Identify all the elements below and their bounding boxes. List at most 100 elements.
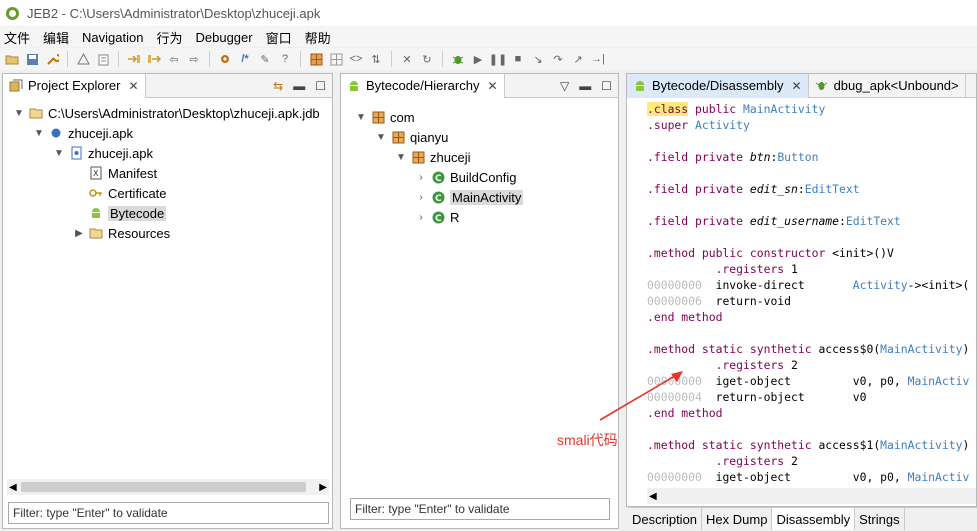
code-line: .field private btn:Button: [647, 150, 819, 164]
project-explorer-icon: [9, 79, 23, 93]
tree-item[interactable]: ▼ zhuceji.apk: [53, 144, 153, 162]
tree-item-label: Manifest: [108, 165, 158, 181]
menu-help[interactable]: 帮助: [305, 28, 331, 47]
tab-disassembly[interactable]: Disassembly: [772, 508, 856, 530]
delete-x-icon[interactable]: ✕: [399, 51, 415, 67]
horizontal-scrollbar[interactable]: ◀: [647, 488, 976, 504]
grid-icon[interactable]: [328, 51, 344, 67]
tab-hex-dump[interactable]: Hex Dump: [702, 508, 773, 530]
expand-chevron-icon[interactable]: ▼: [33, 128, 45, 139]
svg-text:C: C: [435, 174, 442, 184]
close-icon[interactable]: ✕: [487, 79, 497, 93]
wrench-icon[interactable]: [44, 51, 60, 67]
open-icon[interactable]: [4, 51, 20, 67]
tree-item[interactable]: ▶ Resources: [73, 224, 170, 242]
scrollbar-thumb[interactable]: [21, 482, 306, 492]
tab-dbug-apk[interactable]: dbug_apk<Unbound>: [809, 73, 966, 98]
view-menu-icon[interactable]: ▽: [560, 79, 569, 93]
run-to-line-icon[interactable]: →|: [590, 51, 606, 67]
horizontal-scrollbar[interactable]: ◀ ▶: [7, 479, 329, 495]
annotation-arrow: [599, 371, 683, 421]
rename-pen-icon[interactable]: ✎: [257, 51, 273, 67]
maximize-icon[interactable]: ☐: [315, 79, 326, 93]
tree-item[interactable]: › C R: [415, 208, 459, 226]
toolbar-separator: [209, 51, 210, 67]
jump-in-icon[interactable]: [126, 51, 142, 67]
stop-icon[interactable]: ■: [510, 51, 526, 67]
filter-input[interactable]: Filter: type "Enter" to validate: [8, 502, 329, 524]
expand-chevron-icon[interactable]: ▼: [375, 132, 387, 143]
code-line: .method static synthetic access$0(MainAc…: [647, 342, 970, 356]
sort-icon[interactable]: ⇅: [368, 51, 384, 67]
class-icon: C: [431, 210, 445, 224]
tree-item[interactable]: ▼ qianyu: [375, 128, 448, 146]
scroll-left-icon[interactable]: ◀: [9, 482, 17, 493]
tree-item-label: MainActivity: [450, 189, 524, 205]
folder-icon: [89, 226, 103, 240]
forward-icon[interactable]: ⇨: [186, 51, 202, 67]
tree-item[interactable]: Certificate: [89, 184, 167, 202]
menu-debugger[interactable]: Debugger: [195, 30, 252, 45]
scroll-left-icon[interactable]: ◀: [649, 491, 657, 502]
help-question-icon[interactable]: ?: [277, 51, 293, 67]
tab-label: dbug_apk<Unbound>: [833, 78, 959, 93]
refresh-icon[interactable]: ↻: [419, 51, 435, 67]
tree-item[interactable]: X Manifest: [89, 164, 157, 182]
minimize-icon[interactable]: ▬: [579, 79, 591, 93]
tab-bytecode-disassembly[interactable]: Bytecode/Disassembly ✕: [627, 73, 809, 98]
tree-item[interactable]: Bytecode: [89, 204, 167, 222]
step-over-icon[interactable]: ↷: [550, 51, 566, 67]
tab-project-explorer[interactable]: Project Explorer ✕: [3, 73, 146, 98]
code-line: .super Activity: [647, 118, 750, 132]
menu-window[interactable]: 窗口: [266, 28, 292, 47]
menu-file[interactable]: 文件: [4, 28, 30, 47]
expand-chevron-icon[interactable]: ▼: [13, 108, 25, 119]
scroll-right-icon[interactable]: ▶: [319, 482, 327, 493]
expand-chevron-icon[interactable]: ▼: [395, 152, 407, 163]
settings-gear-icon[interactable]: [217, 51, 233, 67]
menu-navigation[interactable]: Navigation: [82, 30, 143, 45]
tree-item[interactable]: ▼ C:\Users\Administrator\Desktop\zhuceji…: [13, 104, 320, 122]
collapse-chevron-icon[interactable]: ›: [415, 172, 427, 183]
step-into-icon[interactable]: ↘: [530, 51, 546, 67]
jump-out-icon[interactable]: [146, 51, 162, 67]
jeb-logo-icon: [6, 6, 19, 20]
close-icon[interactable]: ✕: [792, 79, 802, 93]
code-view[interactable]: .class public MainActivity .super Activi…: [647, 100, 976, 484]
collapse-chevron-icon[interactable]: ›: [415, 192, 427, 203]
pause-icon[interactable]: ❚❚: [489, 51, 507, 67]
minimize-icon[interactable]: ▬: [293, 79, 305, 93]
tree-item[interactable]: › C MainActivity: [415, 188, 524, 206]
code-view-icon[interactable]: <>: [348, 51, 364, 67]
filter-input[interactable]: Filter: type "Enter" to validate: [350, 498, 610, 520]
tab-label: Bytecode/Disassembly: [652, 78, 784, 93]
link-editor-icon[interactable]: ⇆: [273, 79, 283, 93]
back-icon[interactable]: ⇦: [166, 51, 182, 67]
maximize-icon[interactable]: ☐: [601, 79, 612, 93]
note-icon[interactable]: [95, 51, 111, 67]
expand-chevron-icon[interactable]: ▼: [53, 148, 65, 159]
tree-item[interactable]: ▼ com: [355, 108, 415, 126]
tab-strings[interactable]: Strings: [855, 508, 905, 530]
collapse-chevron-icon[interactable]: ›: [415, 212, 427, 223]
step-return-icon[interactable]: ↗: [570, 51, 586, 67]
menu-edit[interactable]: 编辑: [43, 28, 69, 47]
close-icon[interactable]: ✕: [128, 79, 138, 93]
tree-item[interactable]: ▼ zhuceji.apk: [33, 124, 133, 142]
tab-label: Bytecode/Hierarchy: [366, 78, 480, 93]
tree-item[interactable]: › C BuildConfig: [415, 168, 516, 186]
disassembly-header: Bytecode/Disassembly ✕ dbug_apk<Unbound>: [627, 73, 976, 98]
warning-icon[interactable]: [75, 51, 91, 67]
tab-description[interactable]: Description: [628, 508, 703, 530]
collapse-chevron-icon[interactable]: ▶: [73, 228, 85, 239]
debug-bug-icon[interactable]: [450, 51, 466, 67]
menu-action[interactable]: 行为: [156, 28, 182, 47]
tab-bytecode-hierarchy[interactable]: Bytecode/Hierarchy ✕: [341, 73, 505, 98]
tree-item[interactable]: ▼ zhuceji: [395, 148, 470, 166]
package-grid-icon[interactable]: [308, 51, 324, 67]
expand-chevron-icon[interactable]: ▼: [355, 112, 367, 123]
toolbar: ⇦ ⇨ /* ✎ ? <> ⇅ ✕ ↻ ▶ ❚❚ ■ ↘ ↷ ↗ →|: [0, 48, 977, 70]
save-icon[interactable]: [24, 51, 40, 67]
resume-icon[interactable]: ▶: [470, 51, 486, 67]
comment-icon[interactable]: /*: [237, 51, 253, 67]
